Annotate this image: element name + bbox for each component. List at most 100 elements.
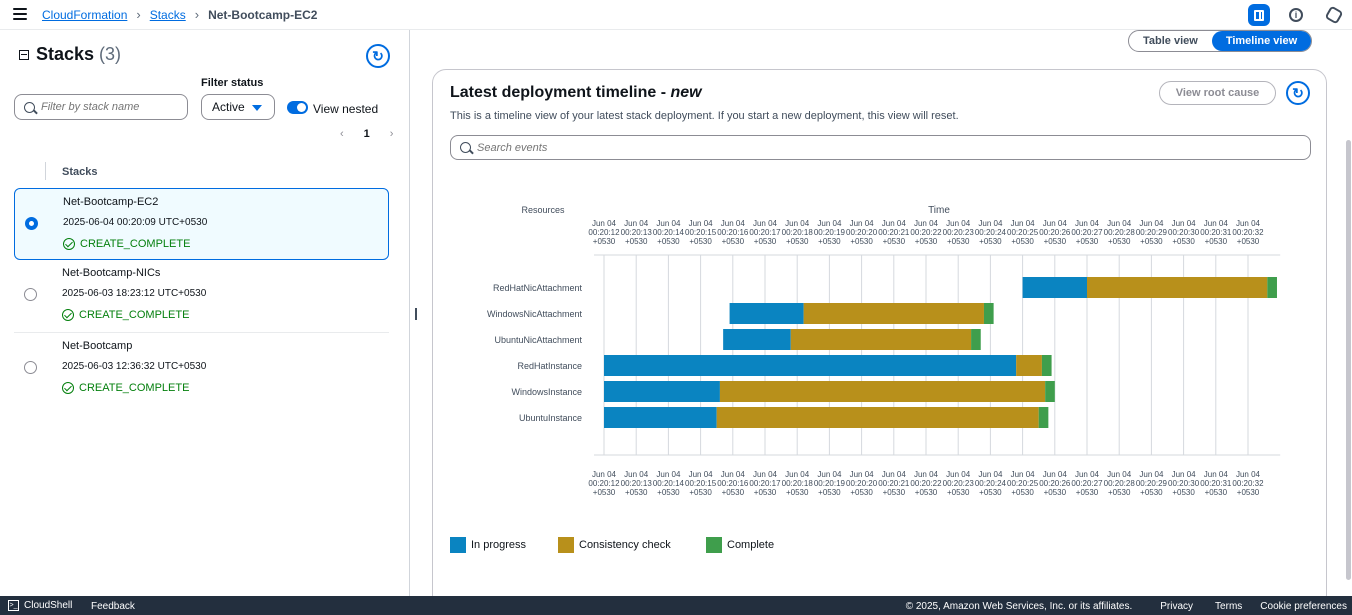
tick-label: +0530 <box>625 237 648 246</box>
tick-label: 00:20:24 <box>975 228 1007 237</box>
filter-status-select[interactable]: Active <box>201 94 275 120</box>
tick-label: 00:20:32 <box>1232 479 1264 488</box>
bar-complete <box>1041 355 1052 376</box>
stack-radio[interactable] <box>24 361 37 374</box>
tick-label: +0530 <box>1108 488 1131 497</box>
tick-label: +0530 <box>1237 488 1260 497</box>
tick-label: Jun 04 <box>753 219 778 228</box>
privacy-link[interactable]: Privacy <box>1160 601 1193 612</box>
tick-label: Jun 04 <box>753 470 778 479</box>
filter-stack-field[interactable] <box>14 94 188 120</box>
search-icon <box>24 101 35 113</box>
tick-label: Jun 04 <box>785 470 810 479</box>
timeline-view-button[interactable]: Timeline view <box>1211 31 1312 51</box>
tick-label: 00:20:13 <box>621 479 653 488</box>
tick-label: 00:20:22 <box>910 479 942 488</box>
stack-radio[interactable] <box>25 217 38 230</box>
cloudshell-label: CloudShell <box>24 600 73 611</box>
status-badge: CREATE_COMPLETE <box>63 238 190 250</box>
tick-label: +0530 <box>1011 488 1034 497</box>
breadcrumb-current: Net-Bootcamp-EC2 <box>208 7 318 22</box>
tick-label: +0530 <box>1205 488 1228 497</box>
tick-label: +0530 <box>947 237 970 246</box>
tick-label: +0530 <box>754 237 777 246</box>
split-panel-icon[interactable] <box>1248 4 1270 26</box>
settings-icon[interactable] <box>1322 3 1346 27</box>
tick-label: Jun 04 <box>817 219 842 228</box>
bar-in-progress <box>604 355 1017 376</box>
tick-label: Jun 04 <box>721 470 746 479</box>
tick-label: 00:20:19 <box>814 228 846 237</box>
tick-label: +0530 <box>883 488 906 497</box>
breadcrumb-cloudformation[interactable]: CloudFormation <box>42 8 127 22</box>
tick-label: 00:20:14 <box>653 228 685 237</box>
filter-stack-input[interactable] <box>41 101 181 113</box>
legend-in-progress: In progress <box>450 537 526 553</box>
tick-label: Jun 04 <box>624 219 649 228</box>
bar-consistency <box>790 329 972 350</box>
tick-label: +0530 <box>786 488 809 497</box>
stacks-header: Stacks (3) <box>19 44 121 65</box>
tick-label: 00:20:23 <box>943 228 975 237</box>
terms-link[interactable]: Terms <box>1215 601 1242 612</box>
tick-label: Jun 04 <box>1107 219 1132 228</box>
cloudshell-button[interactable]: >_ CloudShell <box>8 600 72 611</box>
tick-label: 00:20:24 <box>975 479 1007 488</box>
stack-row[interactable]: Net-Bootcamp-NICs 2025-06-03 18:23:12 UT… <box>14 260 389 332</box>
tick-label: +0530 <box>915 237 938 246</box>
feedback-link[interactable]: Feedback <box>91 601 135 612</box>
collapse-icon[interactable] <box>19 49 29 60</box>
view-nested-toggle[interactable] <box>287 101 308 114</box>
refresh-stacks-button[interactable]: ↻ <box>366 44 390 68</box>
tick-label: Jun 04 <box>1139 470 1164 479</box>
menu-icon[interactable] <box>13 8 27 20</box>
tick-label: 00:20:18 <box>782 228 814 237</box>
stack-row[interactable]: Net-Bootcamp-EC2 2025-06-04 00:20:09 UTC… <box>14 188 389 260</box>
filter-status-value: Active <box>212 100 245 114</box>
stacks-panel: Stacks (3) ↻ Filter status Active View n… <box>0 30 410 596</box>
caret-down-icon <box>252 105 262 111</box>
stacks-column-header: Stacks <box>62 166 98 178</box>
prev-page-icon[interactable]: ‹ <box>340 128 344 140</box>
tick-label: Jun 04 <box>624 470 649 479</box>
stack-radio[interactable] <box>24 288 37 301</box>
breadcrumb-stacks[interactable]: Stacks <box>150 8 186 22</box>
tick-label: Jun 04 <box>721 219 746 228</box>
bar-in-progress <box>723 329 791 350</box>
tick-label: 00:20:20 <box>846 228 878 237</box>
tick-label: Jun 04 <box>1075 470 1100 479</box>
footer: >_ CloudShell Feedback © 2025, Amazon We… <box>0 596 1352 615</box>
tick-label: 00:20:29 <box>1136 479 1168 488</box>
stack-name: Net-Bootcamp-EC2 <box>63 196 159 208</box>
bar-complete <box>1267 277 1277 298</box>
tick-label: 00:20:32 <box>1232 228 1264 237</box>
tick-label: +0530 <box>1140 237 1163 246</box>
next-page-icon[interactable]: › <box>390 128 394 140</box>
cookie-preferences-link[interactable]: Cookie preferences <box>1260 601 1347 612</box>
table-view-button[interactable]: Table view <box>1129 31 1212 51</box>
tick-label: 00:20:16 <box>717 479 749 488</box>
tick-label: 00:20:16 <box>717 228 749 237</box>
bar-consistency <box>1087 277 1268 298</box>
tick-label: Jun 04 <box>850 219 875 228</box>
panel-resize-handle[interactable] <box>415 308 417 320</box>
tick-label: Jun 04 <box>946 219 971 228</box>
tick-label: Jun 04 <box>689 219 714 228</box>
info-icon[interactable]: i <box>1284 3 1308 27</box>
page-number[interactable]: 1 <box>364 128 370 140</box>
tick-label: +0530 <box>625 488 648 497</box>
tick-label: Jun 04 <box>1172 470 1197 479</box>
tick-label: 00:20:28 <box>1104 479 1136 488</box>
tick-label: +0530 <box>689 488 712 497</box>
resource-label: RedHatInstance <box>517 361 582 371</box>
stack-name: Net-Bootcamp <box>62 340 133 352</box>
stack-row[interactable]: Net-Bootcamp 2025-06-03 12:36:32 UTC+053… <box>14 333 389 405</box>
scrollbar[interactable] <box>1346 140 1351 580</box>
chevron-right-icon: › <box>194 7 200 22</box>
tick-label: 00:20:31 <box>1200 479 1232 488</box>
tick-label: 00:20:17 <box>749 479 781 488</box>
tick-label: +0530 <box>1172 237 1195 246</box>
top-navigation-bar: CloudFormation › Stacks › Net-Bootcamp-E… <box>0 0 1352 30</box>
tick-label: +0530 <box>754 488 777 497</box>
tick-label: Jun 04 <box>1107 470 1132 479</box>
